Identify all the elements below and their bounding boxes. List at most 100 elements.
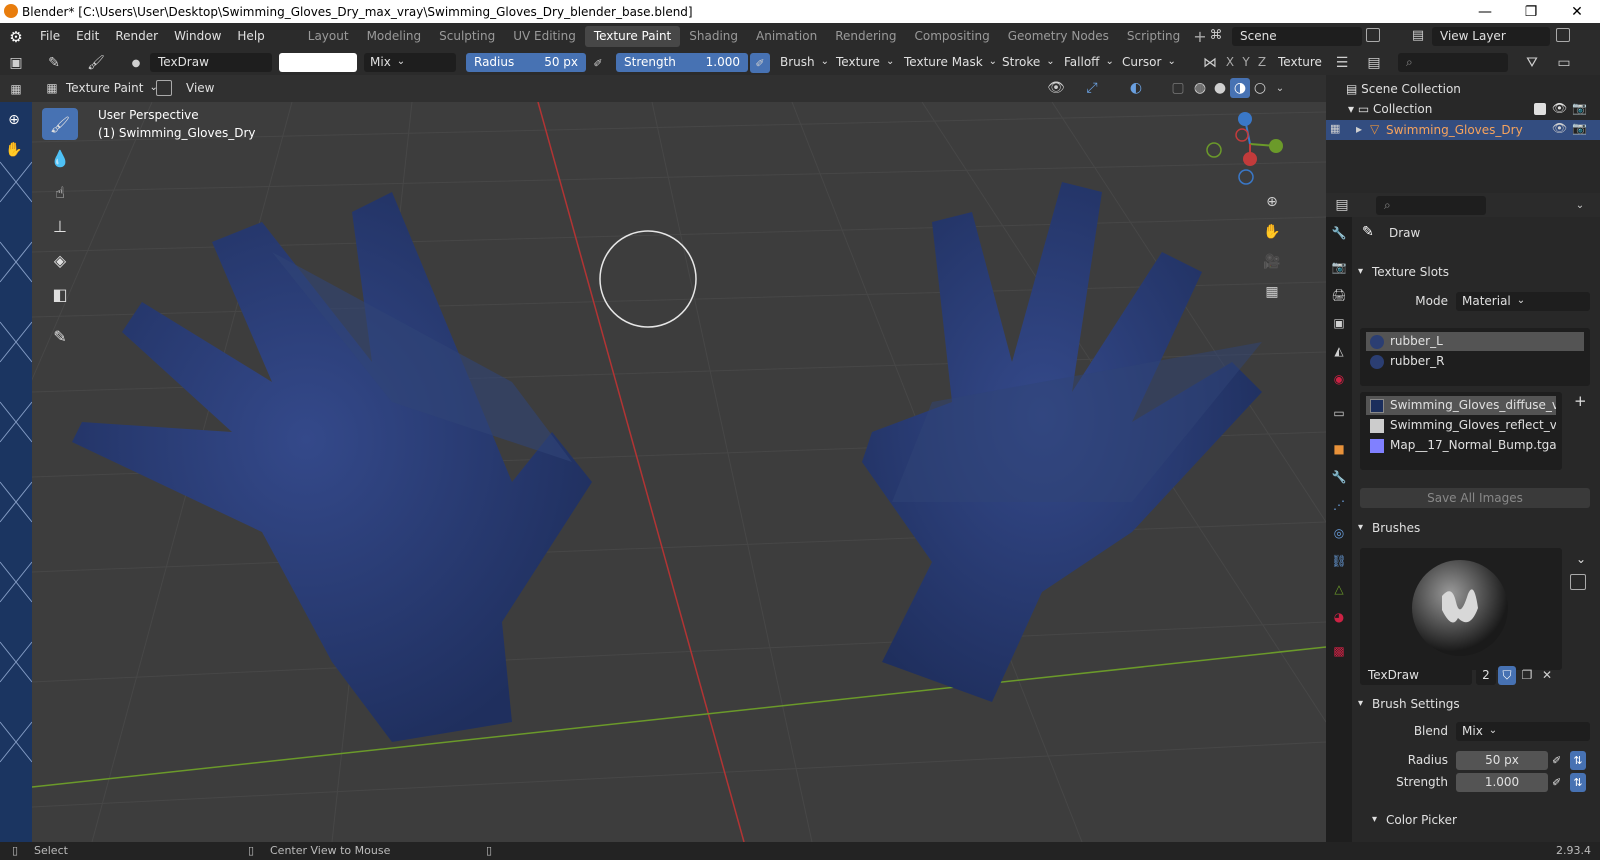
blend-dropdown[interactable]: Mix [364,53,456,72]
symmetry-z-toggle[interactable]: Z [1254,53,1270,72]
physics-tab-icon[interactable]: ◎ [1329,523,1349,543]
brush-browse-icon[interactable]: ● [126,53,146,73]
color-picker-panel-header[interactable]: Color Picker [1370,809,1590,831]
minimize-button[interactable]: — [1462,0,1508,23]
view-menu[interactable]: View [186,79,214,98]
cursor-menu[interactable]: Cursor [1116,53,1182,72]
mask-toggle-icon[interactable] [156,80,172,96]
menu-edit[interactable]: Edit [68,23,107,50]
fill-tool-icon[interactable]: ◈ [42,244,78,276]
texture-slots-panel-header[interactable]: Texture Slots [1356,261,1592,283]
strength-setting-field[interactable]: 1.000 [1456,773,1548,792]
new-view-layer-icon[interactable] [1556,28,1570,42]
tab-modeling[interactable]: Modeling [358,26,431,47]
view-layer-icon[interactable]: ▤ [1404,26,1432,46]
brush-icon[interactable]: 🖌 [86,53,106,73]
scene-field[interactable]: Scene [1232,27,1362,46]
material-item[interactable]: rubber_L [1366,332,1584,351]
overlays-icon[interactable]: ◐ [1126,78,1146,98]
gizmo-toggle-icon[interactable]: ⤢ [1082,78,1102,98]
constraints-tab-icon[interactable]: ⛓ [1329,551,1349,571]
view-layer-field[interactable]: View Layer [1432,27,1550,46]
radius-pressure-toggle-icon[interactable]: ✐ [1552,751,1568,770]
scene-icon[interactable]: ⌘ [1202,26,1230,46]
tab-compositing[interactable]: Compositing [905,26,998,47]
navigation-gizmo[interactable] [1206,112,1283,185]
tab-scripting[interactable]: Scripting [1118,26,1189,47]
menu-window[interactable]: Window [166,23,229,50]
falloff-menu[interactable]: Falloff [1058,53,1120,72]
strength-slider[interactable]: Strength 1.000 [616,53,748,72]
outliner-editor-icon[interactable]: ☰ [1332,53,1352,73]
data-tab-icon[interactable]: △ [1329,579,1349,599]
brush-settings-panel-header[interactable]: Brush Settings [1356,693,1592,715]
properties-search-input[interactable]: ⌕ [1376,196,1486,215]
brush-menu[interactable]: Brush [774,53,835,72]
texture-tab-icon[interactable]: ▩ [1329,641,1349,661]
image-slot-item[interactable]: Swimming_Gloves_reflect_v_a... [1366,416,1556,435]
add-texture-slot-icon[interactable]: + [1574,392,1587,410]
brush-users-count[interactable]: 2 [1476,666,1496,685]
fake-user-shield-icon[interactable]: ⛉ [1498,666,1516,685]
scene-collection-row[interactable]: ▤ Scene Collection [1346,82,1461,96]
symmetry-x-toggle[interactable]: X [1222,53,1238,72]
radius-pressure-icon[interactable]: ✐ [588,53,608,73]
tab-uv-editing[interactable]: UV Editing [504,26,585,47]
duplicate-brush-icon[interactable]: ❐ [1518,666,1536,685]
unlink-brush-icon[interactable]: ✕ [1538,666,1556,685]
brush-dropdown-icon[interactable]: ⌄ [1576,552,1586,566]
symmetry-y-toggle[interactable]: Y [1238,53,1254,72]
soften-tool-icon[interactable]: 💧 [42,142,78,174]
wireframe-shading-icon[interactable]: ◍ [1190,78,1210,98]
annotate-tool-icon[interactable]: ✎ [42,320,78,352]
collection-tab-icon[interactable]: ▭ [1329,403,1349,423]
radius-unit-icon[interactable]: ⇅ [1570,751,1586,770]
blender-menu-icon[interactable]: ⚙ [0,28,32,46]
tab-layout[interactable]: Layout [299,26,358,47]
zoom-icon[interactable]: ⊕ [4,110,24,130]
radius-slider[interactable]: Radius 50 px [466,53,586,72]
texture-mode-dropdown[interactable]: Material [1456,292,1590,311]
color-swatch[interactable] [279,53,357,72]
tab-texture-paint[interactable]: Texture Paint [584,26,681,47]
menu-help[interactable]: Help [229,23,272,50]
object-tab-icon[interactable]: ■ [1329,439,1349,459]
modifier-tab-icon[interactable]: 🔧 [1329,467,1349,487]
object-row[interactable]: ▦ ▸ ▽ Swimming_Gloves_Dry 👁 📷 [1326,120,1600,140]
brush-datablock-name[interactable]: TexDraw [1360,666,1472,685]
filter-icon[interactable]: ⛛ [1522,53,1542,73]
menu-render[interactable]: Render [107,23,166,50]
collection-eye-icon[interactable]: 👁 [1552,101,1567,115]
solid-shading-icon[interactable]: ● [1210,78,1230,98]
tab-rendering[interactable]: Rendering [826,26,905,47]
rendered-shading-icon[interactable]: ○ [1250,78,1270,98]
smear-tool-icon[interactable]: ☝ [42,176,78,208]
tab-geometry-nodes[interactable]: Geometry Nodes [999,26,1118,47]
view-layer-tab-icon[interactable]: ▣ [1329,313,1349,333]
brush-blend-dropdown[interactable]: Mix [1456,722,1590,741]
paint-mode-icon[interactable]: ✎ [44,53,64,73]
object-render-icon[interactable]: 📷 [1572,121,1587,135]
strength-unit-icon[interactable]: ⇅ [1570,773,1586,792]
xray-icon[interactable]: ▢ [1168,78,1188,98]
world-tab-icon[interactable]: ◉ [1329,369,1349,389]
brush-image-icon[interactable] [1570,574,1586,590]
mode-dropdown[interactable]: Texture Paint [60,79,164,98]
mask-tool-icon[interactable]: ◧ [42,278,78,310]
pan-hand-icon[interactable]: ✋ [4,140,24,160]
collection-render-icon[interactable]: 📷 [1572,101,1587,115]
expand-icon[interactable]: ▸ [1356,122,1362,136]
draw-tool-icon[interactable]: 🖌 [42,108,78,140]
scene-tab-icon[interactable]: ◭ [1329,341,1349,361]
tool-tab-icon[interactable]: 🔧 [1329,223,1349,243]
texture-paint-mode-icon[interactable]: ▦ [6,79,26,99]
tab-animation[interactable]: Animation [747,26,826,47]
radius-setting-field[interactable]: 50 px [1456,751,1548,770]
tab-shading[interactable]: Shading [680,26,747,47]
zoom-view-icon[interactable]: ⊕ [1262,192,1282,212]
strength-pressure-toggle-icon[interactable]: ✐ [1552,773,1568,792]
pan-view-icon[interactable]: ✋ [1262,222,1282,242]
material-item[interactable]: rubber_R [1366,352,1584,371]
tab-sculpting[interactable]: Sculpting [430,26,504,47]
collection-row[interactable]: ▾ ▭ Collection 👁 📷 [1348,101,1598,116]
